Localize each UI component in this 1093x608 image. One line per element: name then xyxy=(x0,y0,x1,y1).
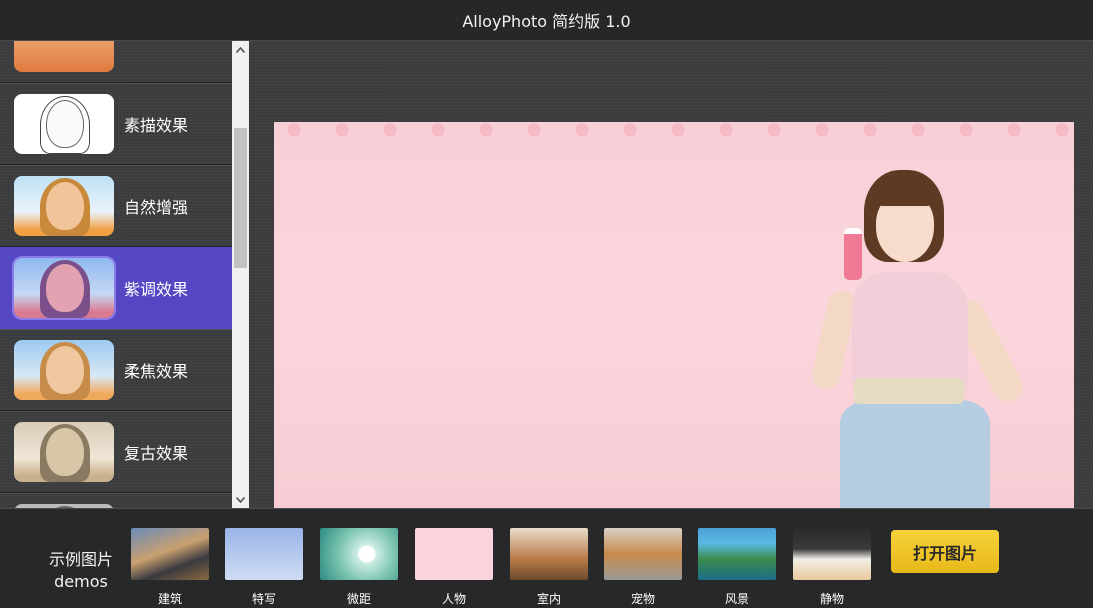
demo-name: 风景 xyxy=(724,592,749,606)
sidebar-scrollbar[interactable] xyxy=(232,41,249,508)
demo-name: 室内 xyxy=(536,592,561,606)
effect-item-purple[interactable]: 紫调效果 xyxy=(0,247,232,329)
effect-thumbnail xyxy=(14,258,114,318)
demo-item-pet[interactable]: 宠物 xyxy=(604,528,682,607)
effect-item-sketch[interactable]: 素描效果 xyxy=(0,83,232,165)
title-bar: AlloyPhoto 简约版 1.0 xyxy=(0,0,1093,41)
demo-thumbnail[interactable] xyxy=(415,528,493,580)
demo-thumbnail[interactable] xyxy=(698,528,776,580)
effect-item-partial-bottom[interactable] xyxy=(0,493,232,508)
photo-subject xyxy=(809,170,1054,508)
effect-label: 自然增强 xyxy=(124,198,189,217)
demo-name: 特写 xyxy=(251,592,276,606)
demo-name: 微距 xyxy=(346,592,371,606)
app-title: AlloyPhoto 简约版 1.0 xyxy=(462,12,631,31)
demo-thumbnail[interactable] xyxy=(793,528,871,580)
preview-photo xyxy=(274,122,1074,508)
effect-label: 素描效果 xyxy=(124,116,189,135)
demo-name: 静物 xyxy=(819,592,844,606)
chevron-up-icon[interactable] xyxy=(232,41,249,58)
demo-item-architecture[interactable]: 建筑 xyxy=(131,528,209,607)
demo-thumbnail[interactable] xyxy=(510,528,588,580)
scrollbar-thumb[interactable] xyxy=(234,128,247,268)
chevron-down-icon[interactable] xyxy=(232,491,249,508)
demo-name: 宠物 xyxy=(630,592,655,606)
effect-label: 紫调效果 xyxy=(124,280,189,299)
effect-item-natural[interactable]: 自然增强 xyxy=(0,165,232,247)
demo-name: 建筑 xyxy=(157,592,182,606)
effect-item-soft[interactable]: 柔焦效果 xyxy=(0,329,232,411)
demo-item-closeup[interactable]: 特写 xyxy=(225,528,303,607)
effect-thumbnail xyxy=(14,41,114,72)
demo-item-portrait[interactable]: 人物 xyxy=(415,528,493,607)
demo-item-indoor[interactable]: 室内 xyxy=(510,528,588,607)
effect-list: 素描效果 自然增强 紫调效果 柔焦效果 复古效果 xyxy=(0,41,232,508)
effect-label: 柔焦效果 xyxy=(124,362,189,381)
demo-name: 人物 xyxy=(441,592,466,606)
open-image-button[interactable]: 打开图片 xyxy=(891,530,999,573)
effect-item-retro[interactable]: 复古效果 xyxy=(0,411,232,493)
canvas-area xyxy=(249,41,1093,508)
demo-thumbnail[interactable] xyxy=(225,528,303,580)
demo-item-macro[interactable]: 微距 xyxy=(320,528,398,607)
effect-thumbnail xyxy=(14,176,114,236)
effect-label: 复古效果 xyxy=(124,444,189,463)
demo-thumbnail[interactable] xyxy=(604,528,682,580)
effect-thumbnail xyxy=(14,340,114,400)
demo-label-en: demos xyxy=(54,572,108,591)
demo-label-cn: 示例图片 xyxy=(48,550,113,569)
effect-thumbnail xyxy=(14,422,114,482)
demo-thumbnail[interactable] xyxy=(131,528,209,580)
effect-sidebar: 素描效果 自然增强 紫调效果 柔焦效果 复古效果 xyxy=(0,41,232,508)
effect-thumbnail xyxy=(14,94,114,154)
demo-item-still-life[interactable]: 静物 xyxy=(793,528,871,607)
demo-bar: 示例图片 demos 建筑 特写 微距 人物 室内 宠物 风景 静物 打开图片 xyxy=(0,508,1093,608)
effect-item-partial-top[interactable] xyxy=(0,41,232,83)
demo-thumbnail[interactable] xyxy=(320,528,398,580)
demo-item-landscape[interactable]: 风景 xyxy=(698,528,776,607)
demo-label: 示例图片 demos xyxy=(40,549,122,593)
